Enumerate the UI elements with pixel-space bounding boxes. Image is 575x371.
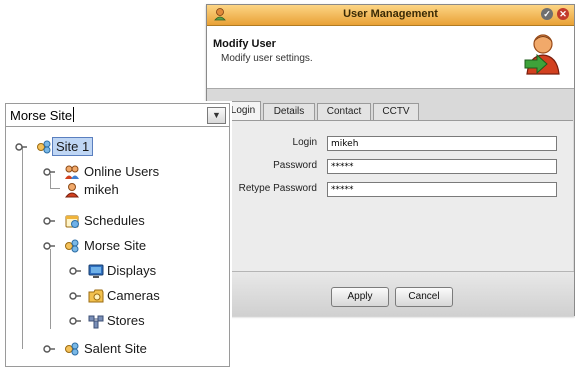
- tab-strip: Login Details Contact CCTV: [207, 101, 574, 121]
- password-field[interactable]: *****: [327, 159, 557, 174]
- site-selector-combo[interactable]: Morse Site ▼: [6, 104, 229, 127]
- expander-icon[interactable]: [15, 142, 27, 152]
- cancel-button[interactable]: Cancel: [395, 287, 453, 307]
- tree-item-label: mikeh: [84, 182, 119, 197]
- tree-item-user-mikeh[interactable]: mikeh: [6, 180, 226, 200]
- schedules-icon: [65, 215, 79, 228]
- tab-details[interactable]: Details: [263, 103, 315, 120]
- users-icon: [65, 165, 79, 179]
- tree-item-displays[interactable]: Displays: [6, 261, 226, 281]
- site-icon: [65, 342, 79, 356]
- expander-icon[interactable]: [43, 241, 55, 251]
- tab-contact[interactable]: Contact: [317, 103, 371, 120]
- retype-password-field[interactable]: *****: [327, 182, 557, 197]
- expander-icon[interactable]: [43, 344, 55, 354]
- tree-item-site-1[interactable]: Site 1: [6, 137, 226, 157]
- tree-item-label: Site 1: [52, 137, 94, 156]
- expander-icon[interactable]: [43, 216, 55, 226]
- dialog-header: Modify User Modify user settings.: [207, 26, 574, 89]
- close-icon[interactable]: ✕: [557, 8, 569, 20]
- tree-item-online-users[interactable]: Online Users: [6, 162, 226, 182]
- expander-icon[interactable]: [69, 316, 81, 326]
- apply-button[interactable]: Apply: [331, 287, 389, 307]
- tree-item-morse-site[interactable]: Morse Site: [6, 236, 226, 256]
- tree-item-label: Stores: [107, 313, 145, 328]
- tree-item-label: Salent Site: [84, 341, 147, 356]
- login-field[interactable]: mikeh: [327, 136, 557, 151]
- user-management-dialog: User Management ✓ ✕ Modify User Modify u…: [206, 4, 575, 316]
- tree-item-label: Schedules: [84, 213, 145, 228]
- site-tree: Site 1 Online Users mikeh Schedules Mors…: [6, 127, 229, 366]
- tree-item-schedules[interactable]: Schedules: [6, 211, 226, 231]
- text-caret: [73, 107, 75, 122]
- chevron-down-icon[interactable]: ▼: [207, 107, 226, 124]
- tree-item-label: Online Users: [84, 164, 160, 179]
- expander-icon[interactable]: [69, 266, 81, 276]
- modify-user-icon: [524, 34, 560, 75]
- tree-item-stores[interactable]: Stores: [6, 311, 226, 331]
- password-label: Password: [273, 160, 317, 171]
- login-panel: Login mikeh Password ***** Retype Passwo…: [207, 120, 573, 271]
- tree-item-label: Cameras: [107, 288, 160, 303]
- user-icon: [64, 183, 80, 198]
- site-tree-panel: Morse Site ▼ Site 1 Online Users mikeh S…: [5, 103, 230, 367]
- window-title: User Management: [343, 8, 438, 20]
- expander-icon[interactable]: [69, 291, 81, 301]
- tree-item-cameras[interactable]: Cameras: [6, 286, 226, 306]
- tree-item-salent-site[interactable]: Salent Site: [6, 339, 226, 359]
- retype-password-label: Retype Password: [238, 183, 317, 194]
- expander-icon[interactable]: [43, 167, 55, 177]
- header-title: Modify User: [213, 38, 276, 50]
- header-subtitle: Modify user settings.: [221, 53, 313, 64]
- tab-login[interactable]: Login: [225, 101, 261, 120]
- store-icon: [88, 315, 104, 329]
- site-selector-value: Morse Site: [10, 107, 75, 123]
- camera-icon: [88, 289, 104, 303]
- dialog-footer: Apply Cancel: [207, 271, 574, 316]
- login-label: Login: [292, 137, 317, 148]
- site-icon: [37, 140, 51, 154]
- tab-cctv[interactable]: CCTV: [373, 103, 419, 120]
- display-icon: [88, 264, 104, 278]
- tree-item-label: Morse Site: [84, 238, 147, 253]
- pin-icon[interactable]: ✓: [541, 8, 553, 20]
- title-bar[interactable]: User Management ✓ ✕: [207, 5, 574, 26]
- site-icon: [65, 239, 79, 253]
- tree-item-label: Displays: [107, 263, 157, 278]
